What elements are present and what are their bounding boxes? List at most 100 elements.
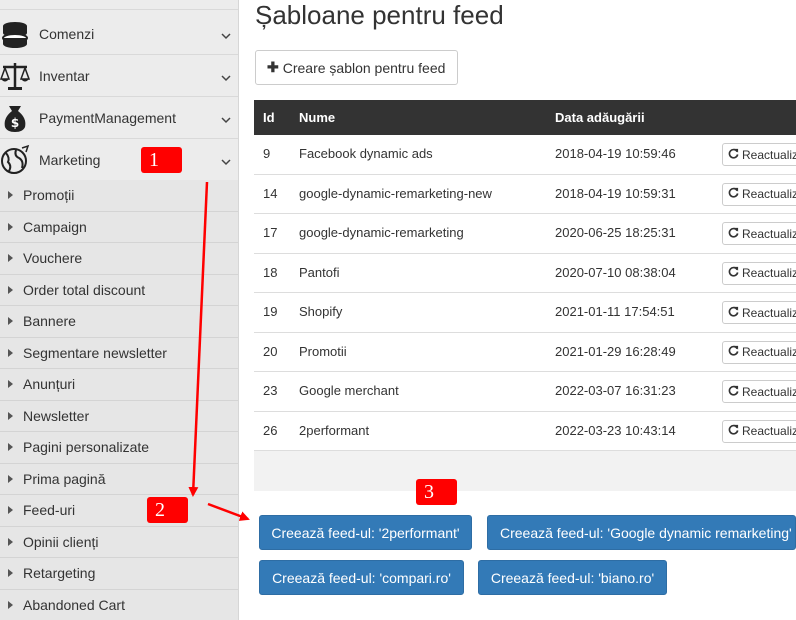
table-row: 23 Google merchant 2022-03-07 16:31:23 Reac…: [254, 372, 796, 412]
refresh-icon: [728, 385, 742, 399]
create-feed-compari-button[interactable]: Creează feed-ul: 'compari.ro': [259, 560, 464, 595]
cell-id: 18: [263, 264, 278, 280]
table-row: 14 google-dynamic-remarketing-new 2018-04-…: [254, 174, 796, 214]
caret-right-icon: [8, 411, 13, 420]
money-bag-icon: $: [0, 102, 30, 134]
refresh-button[interactable]: Reactualiz: [722, 380, 796, 403]
caret-right-icon: [8, 443, 13, 451]
refresh-label: Reactualiz: [742, 384, 796, 399]
caret-right-icon: [8, 317, 13, 325]
refresh-label: Reactualiz: [742, 424, 796, 438]
page-title: Șabloane pentru feed: [255, 0, 504, 30]
chevron-down-icon: [220, 154, 232, 166]
create-template-button[interactable]: ✚ Creare șablon pentru feed: [255, 50, 458, 85]
cell-name: google-dynamic-remarketing-new: [299, 185, 492, 201]
submenu-item-opinii-clienti[interactable]: Opinii clienți: [0, 526, 238, 558]
submenu-item-order-total-discount[interactable]: Order total discount: [0, 274, 238, 306]
submenu-label: Newsletter: [23, 407, 90, 424]
table-footer: [254, 451, 796, 491]
create-feed-google-dynamic-remarketing-button[interactable]: Creează feed-ul: 'Google dynamic remarke…: [487, 515, 796, 550]
submenu-item-retargeting[interactable]: Retargeting: [0, 558, 238, 590]
caret-right-icon: [8, 285, 13, 294]
refresh-button[interactable]: Reactualiz: [722, 222, 796, 245]
submenu-item-newsletter[interactable]: Newsletter: [0, 400, 238, 432]
cell-date: 2018-04-19 10:59:31: [555, 185, 676, 201]
caret-right-icon: [8, 191, 13, 199]
cell-id: 9: [263, 146, 271, 161]
column-header-date: Data adăugării: [555, 110, 645, 125]
create-template-label: Creare șablon pentru feed: [282, 59, 446, 76]
table-row: 17 google-dynamic-remarketing 2020-06-25 1…: [254, 214, 796, 254]
refresh-icon: [728, 345, 742, 359]
sidebar-item-inventar[interactable]: Inventar: [0, 55, 238, 97]
refresh-label: Reactualiz: [742, 226, 796, 241]
refresh-button[interactable]: Reactualiz: [722, 261, 796, 285]
column-header-name: Nume: [299, 110, 336, 125]
caret-right-icon: [8, 222, 13, 231]
cell-name: Promotii: [299, 343, 347, 359]
submenu-label: Feed-uri: [23, 502, 76, 518]
table-row: 26 2performant 2022-03-23 10:43:14 Reactual…: [254, 411, 796, 451]
submenu-label: Opinii clienți: [23, 533, 99, 550]
submenu-label: Campaign: [23, 218, 87, 235]
cell-name: google-dynamic-remarketing: [299, 225, 464, 240]
refresh-button[interactable]: Reactualiz: [722, 301, 796, 324]
table-row: 19 Shopify 2021-01-11 17:54:51 Reactualiz: [254, 293, 796, 333]
chevron-down-icon: [220, 28, 232, 40]
cell-date: 2018-04-19 10:59:46: [555, 146, 676, 161]
submenu-item-pagini-personalizate[interactable]: Pagini personalizate: [0, 432, 238, 464]
sidebar-item-top[interactable]: [0, 0, 238, 10]
cell-id: 14: [263, 185, 278, 201]
sidebar-item-label: Inventar: [39, 67, 90, 84]
submenu-label: Anunțuri: [23, 376, 76, 392]
submenu-item-bannere[interactable]: Bannere: [0, 306, 238, 338]
submenu-label: Vouchere: [23, 250, 83, 266]
submenu-item-feed-uri[interactable]: Feed-uri: [0, 495, 238, 527]
submenu-item-prima-pagina[interactable]: Prima pagină: [0, 463, 238, 495]
cell-id: 26: [263, 422, 278, 438]
cell-date: 2022-03-07 16:31:23: [555, 383, 676, 398]
scales-icon: [0, 60, 31, 92]
submenu-label: Pagini personalizate: [23, 439, 150, 455]
refresh-label: Reactualiz: [742, 147, 796, 162]
caret-right-icon: [8, 600, 13, 609]
submenu-label: Order total discount: [23, 281, 146, 298]
submenu-item-segmentare-newsletter[interactable]: Segmentare newsletter: [0, 337, 238, 369]
svg-text:$: $: [11, 116, 19, 130]
cell-name: Shopify: [299, 304, 343, 319]
sidebar-item-marketing[interactable]: Marketing: [0, 139, 238, 181]
submenu-item-abandoned-cart[interactable]: Abandoned Cart: [0, 589, 238, 620]
annotation-badge-1: 1: [141, 147, 182, 173]
create-feed-biano-button[interactable]: Creează feed-ul: 'biano.ro': [478, 560, 667, 595]
submenu-item-anunturi[interactable]: Anunțuri: [0, 369, 238, 401]
submenu-item-vouchere[interactable]: Vouchere: [0, 243, 238, 275]
table-row: 9 Facebook dynamic ads 2018-04-19 10:59:46…: [254, 135, 796, 175]
table-row: 20 Promotii 2021-01-29 16:28:49 Reactualiz: [254, 332, 796, 372]
cell-date: 2020-06-25 18:25:31: [555, 225, 676, 240]
submenu-item-promotii[interactable]: Promoții: [0, 180, 238, 212]
cell-date: 2021-01-11 17:54:51: [555, 304, 675, 319]
refresh-icon: [728, 148, 742, 162]
sidebar-item-label: PaymentManagement: [39, 109, 176, 126]
submenu-label: Abandoned Cart: [23, 596, 125, 613]
cell-name: Google merchant: [299, 383, 399, 398]
cell-id: 19: [263, 304, 278, 319]
caret-right-icon: [8, 537, 13, 546]
submenu-label: Prima pagină: [23, 470, 106, 487]
sidebar-item-comenzi[interactable]: Comenzi: [0, 13, 238, 55]
refresh-button[interactable]: Reactualiz: [722, 143, 796, 166]
caret-right-icon: [8, 380, 13, 388]
grid-icon: [0, 0, 30, 5]
submenu-item-campaign[interactable]: Campaign: [0, 211, 238, 243]
sidebar-item-paymentmanagement[interactable]: $ PaymentManagement: [0, 97, 238, 139]
sidebar: Comenzi Inventar $ PaymentManagement Mar…: [0, 0, 239, 620]
refresh-button[interactable]: Reactualiz: [722, 182, 796, 206]
sidebar-item-label: Comenzi: [39, 25, 95, 42]
caret-right-icon: [8, 474, 13, 483]
refresh-button[interactable]: Reactualiz: [722, 340, 796, 364]
create-feed-2performant-button[interactable]: Creează feed-ul: '2performant': [259, 515, 472, 550]
cell-name: Facebook dynamic ads: [299, 146, 433, 161]
refresh-button[interactable]: Reactualiz: [722, 419, 796, 443]
refresh-icon: [728, 266, 742, 280]
chevron-down-icon: [220, 112, 232, 124]
